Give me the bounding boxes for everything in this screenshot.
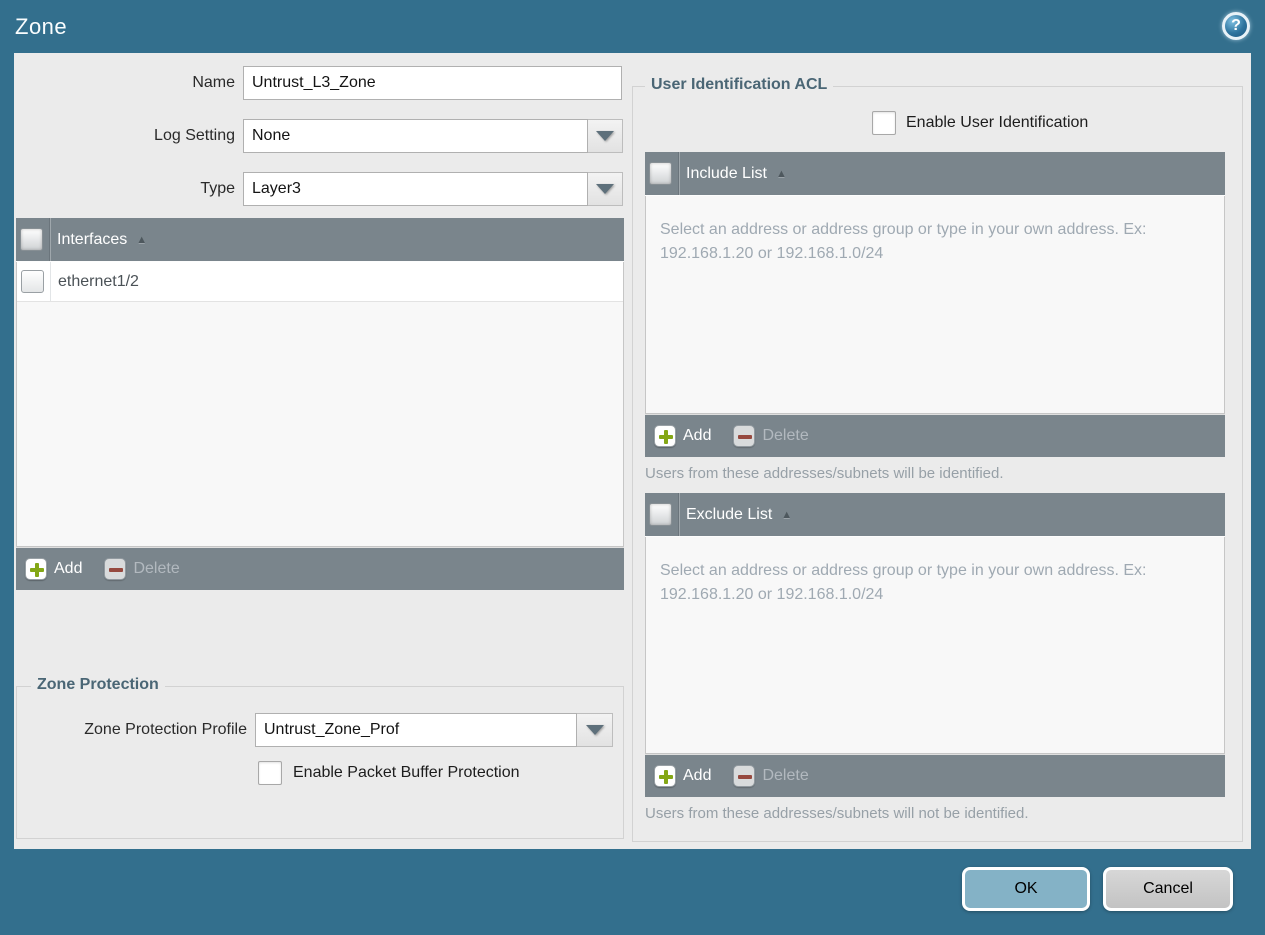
include-delete-button[interactable]: Delete xyxy=(733,425,809,447)
title-bar: Zone ? xyxy=(0,0,1265,53)
include-add-button[interactable]: Add xyxy=(654,425,711,447)
type-dropdown-button[interactable] xyxy=(588,172,623,206)
zone-protection-profile-input[interactable] xyxy=(255,713,577,747)
chevron-down-icon xyxy=(585,725,604,735)
row-checkbox[interactable] xyxy=(21,270,44,293)
packet-buffer-protection-label: Enable Packet Buffer Protection xyxy=(293,764,520,781)
log-setting-input[interactable] xyxy=(243,119,588,153)
include-list-body[interactable]: Select an address or address group or ty… xyxy=(645,196,1225,414)
name-input[interactable] xyxy=(243,66,622,100)
exclude-list-body[interactable]: Select an address or address group or ty… xyxy=(645,537,1225,754)
include-list-placeholder: Select an address or address group or ty… xyxy=(660,221,1147,262)
type-input[interactable] xyxy=(243,172,588,206)
log-setting-dropdown-button[interactable] xyxy=(588,119,623,153)
enable-user-identification-label: Enable User Identification xyxy=(906,114,1089,131)
dialog-body: Name Log Setting Type Interfaces ▲ xyxy=(14,53,1251,849)
name-label: Name xyxy=(192,74,235,91)
exclude-list-column-header[interactable]: Exclude List xyxy=(686,506,772,524)
column-divider xyxy=(50,262,51,301)
interfaces-table: Interfaces ▲ ethernet1/2 Add Delete xyxy=(16,218,624,590)
interfaces-table-body: ethernet1/2 xyxy=(16,262,624,547)
exclude-delete-button[interactable]: Delete xyxy=(733,765,809,787)
include-list-footer: Add Delete xyxy=(645,414,1225,457)
dialog-title: Zone xyxy=(15,14,68,39)
zone-protection-profile-label: Zone Protection Profile xyxy=(84,721,247,738)
enable-user-identification-checkbox[interactable] xyxy=(872,111,896,135)
include-list-column-header[interactable]: Include List xyxy=(686,165,767,183)
exclude-list-table: Exclude List ▲ Select an address or addr… xyxy=(645,493,1225,797)
cancel-button[interactable]: Cancel xyxy=(1103,867,1233,911)
exclude-add-button[interactable]: Add xyxy=(654,765,711,787)
chevron-down-icon xyxy=(596,184,614,194)
exclude-list-footer: Add Delete xyxy=(645,754,1225,797)
delete-icon xyxy=(733,765,756,787)
log-setting-label: Log Setting xyxy=(154,127,235,144)
include-list-table: Include List ▲ Select an address or addr… xyxy=(645,152,1225,457)
sort-asc-icon: ▲ xyxy=(136,233,148,246)
interfaces-column-header[interactable]: Interfaces xyxy=(57,231,127,249)
zone-protection-legend: Zone Protection xyxy=(31,676,165,694)
interfaces-table-header[interactable]: Interfaces ▲ xyxy=(16,218,624,262)
exclude-select-all-checkbox[interactable] xyxy=(649,503,672,526)
ok-button[interactable]: OK xyxy=(962,867,1090,911)
exclude-list-header[interactable]: Exclude List ▲ xyxy=(645,493,1225,537)
delete-icon xyxy=(733,425,756,447)
sort-asc-icon: ▲ xyxy=(781,508,793,521)
exclude-list-placeholder: Select an address or address group or ty… xyxy=(660,562,1147,603)
delete-icon xyxy=(104,558,127,580)
add-icon xyxy=(654,765,676,787)
add-icon xyxy=(25,558,47,580)
type-label: Type xyxy=(200,180,235,197)
zone-dialog: Zone ? Name Log Setting Type Interfaces … xyxy=(0,0,1265,935)
column-divider xyxy=(49,218,50,261)
interfaces-table-footer: Add Delete xyxy=(16,547,624,590)
include-list-header[interactable]: Include List ▲ xyxy=(645,152,1225,196)
zone-protection-profile-dropdown-button[interactable] xyxy=(577,713,613,747)
table-row[interactable]: ethernet1/2 xyxy=(17,262,623,302)
column-divider xyxy=(678,493,679,536)
sort-asc-icon: ▲ xyxy=(775,167,787,180)
interfaces-select-all-checkbox[interactable] xyxy=(20,228,43,251)
help-icon[interactable]: ? xyxy=(1222,12,1250,40)
include-list-caption: Users from these addresses/subnets will … xyxy=(645,465,1004,482)
user-identification-acl-legend: User Identification ACL xyxy=(645,76,834,94)
packet-buffer-protection-checkbox[interactable] xyxy=(258,761,282,785)
interfaces-add-button[interactable]: Add xyxy=(25,558,82,580)
chevron-down-icon xyxy=(596,131,614,141)
add-icon xyxy=(654,425,676,447)
include-select-all-checkbox[interactable] xyxy=(649,162,672,185)
exclude-list-caption: Users from these addresses/subnets will … xyxy=(645,805,1029,822)
interfaces-delete-button[interactable]: Delete xyxy=(104,558,180,580)
column-divider xyxy=(678,152,679,195)
interface-name: ethernet1/2 xyxy=(58,272,139,290)
